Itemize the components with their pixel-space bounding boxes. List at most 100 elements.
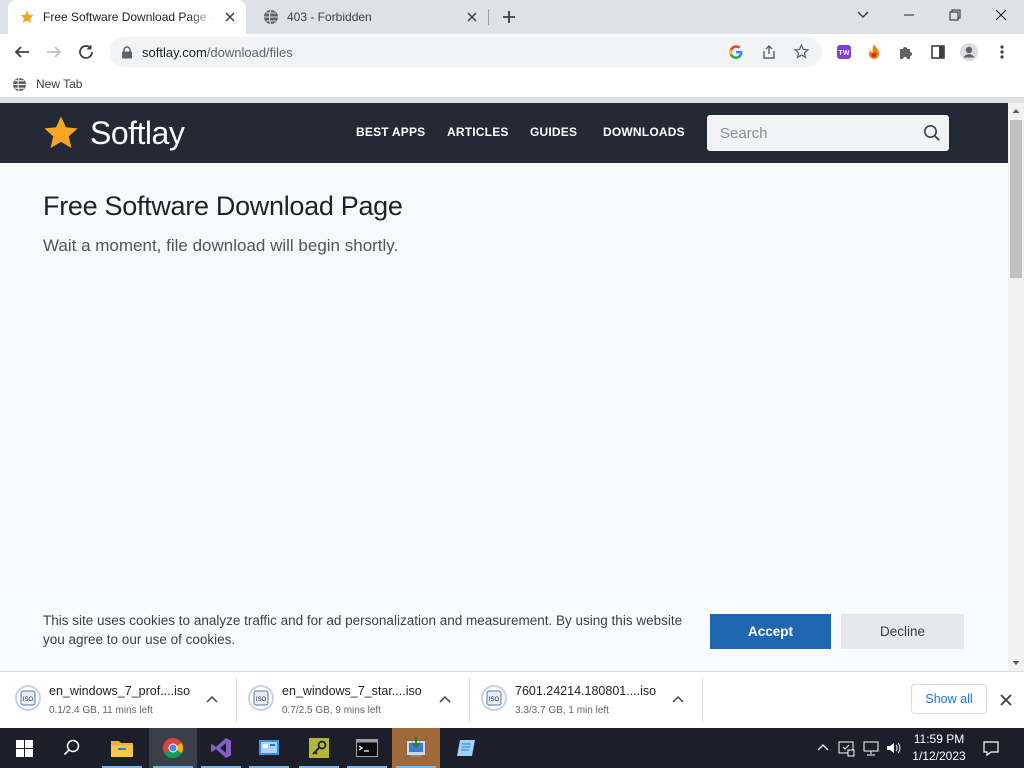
minimize-button[interactable] [886, 0, 932, 30]
decline-button[interactable]: Decline [841, 614, 964, 649]
search-icon [63, 739, 80, 756]
forward-icon[interactable] [42, 40, 66, 64]
close-window-button[interactable] [978, 0, 1024, 30]
security-icon[interactable] [837, 739, 855, 757]
globe-icon [12, 77, 27, 91]
svg-text:ISO: ISO [489, 697, 500, 703]
downloads-shelf: ISO en_windows_7_prof....iso 0.1/2.4 GB,… [0, 671, 1024, 728]
download-item[interactable]: ISO en_windows_7_star....iso 0.7/2.5 GB,… [233, 672, 469, 728]
svg-text:ISO: ISO [256, 697, 267, 703]
search-input[interactable] [707, 115, 917, 151]
control-panel-icon [259, 740, 279, 755]
chevron-up-icon[interactable] [437, 692, 453, 708]
network-icon[interactable] [862, 739, 880, 757]
site-logo[interactable]: Softlay [42, 113, 185, 153]
nav-downloads[interactable]: DOWNLOADS [603, 125, 685, 139]
taskbar-command-prompt[interactable] [343, 728, 391, 768]
back-icon[interactable] [10, 40, 34, 64]
page-viewport: Softlay BEST APPS ARTICLES GUIDES DOWNLO… [0, 103, 1008, 671]
scroll-up-arrow-icon[interactable] [1008, 103, 1024, 119]
folder-icon [111, 741, 133, 757]
extension-tw-icon[interactable]: TW [832, 40, 856, 64]
page-scrollbar[interactable] [1008, 103, 1024, 671]
url-path: /download/files [206, 45, 293, 60]
chrome-icon [163, 738, 184, 759]
profile-avatar-icon[interactable] [957, 40, 981, 64]
google-translate-icon[interactable] [728, 44, 744, 60]
taskbar-file-explorer[interactable] [98, 728, 146, 768]
star-favicon-icon [20, 10, 34, 23]
search-button[interactable] [48, 728, 96, 768]
taskbar-key-tool[interactable] [295, 728, 343, 768]
download-filename: en_windows_7_star....iso [282, 684, 422, 698]
bookmarks-bar: New Tab [0, 70, 1024, 98]
divider [702, 678, 703, 722]
restore-button[interactable] [932, 0, 978, 30]
notifications-icon[interactable] [982, 739, 1000, 757]
extensions-puzzle-icon[interactable] [894, 40, 918, 64]
extension-fire-icon[interactable] [862, 40, 886, 64]
tab-softlay[interactable]: Free Software Download Page - Softlay [8, 0, 246, 34]
site-header: Softlay BEST APPS ARTICLES GUIDES DOWNLO… [0, 103, 1008, 163]
key-icon [309, 738, 329, 758]
download-filename: 7601.24214.180801....iso [515, 684, 657, 698]
close-icon[interactable] [997, 691, 1015, 709]
windows-taskbar: 11:59 PM 1/12/2023 [0, 728, 1024, 768]
new-tab-icon[interactable] [499, 7, 519, 27]
site-search [707, 115, 949, 151]
accept-button[interactable]: Accept [710, 614, 831, 649]
terminal-icon [356, 739, 378, 757]
svg-text:ISO: ISO [23, 697, 34, 703]
visual-studio-icon [211, 738, 231, 758]
taskbar-control-panel[interactable] [245, 728, 293, 768]
bookmark-new-tab[interactable]: New Tab [12, 75, 82, 93]
tab-search-icon[interactable] [840, 0, 886, 30]
reload-icon[interactable] [74, 40, 98, 64]
clock-date: 1/12/2023 [912, 749, 966, 763]
globe-icon [264, 9, 278, 25]
nav-best-apps[interactable]: BEST APPS [356, 125, 425, 139]
browser-toolbar: softlay.com/download/files TW [0, 34, 1024, 70]
taskbar-chrome[interactable] [149, 728, 197, 768]
bookmark-label: New Tab [36, 77, 83, 91]
menu-kebab-icon[interactable] [990, 40, 1014, 64]
scroll-down-arrow-icon[interactable] [1008, 655, 1024, 671]
system-clock[interactable]: 11:59 PM 1/12/2023 [908, 731, 970, 765]
clock-time: 11:59 PM [913, 732, 965, 746]
url-text[interactable]: softlay.com/download/files [142, 45, 293, 60]
scrollbar-thumb[interactable] [1010, 120, 1022, 278]
windows-logo-icon [15, 739, 33, 757]
cookie-banner: This site uses cookies to analyze traffi… [0, 593, 1008, 671]
show-all-button[interactable]: Show all [911, 684, 987, 714]
chevron-up-icon[interactable] [814, 739, 832, 757]
download-status: 3.3/3.7 GB, 1 min left [515, 705, 609, 716]
download-item[interactable]: ISO en_windows_7_prof....iso 0.1/2.4 GB,… [0, 672, 236, 728]
bookmark-star-icon[interactable] [793, 43, 810, 60]
svg-text:TW: TW [839, 50, 850, 57]
address-bar[interactable]: softlay.com/download/files [110, 37, 822, 67]
side-panel-icon[interactable] [926, 40, 950, 64]
nav-guides[interactable]: GUIDES [530, 125, 577, 139]
start-button[interactable] [0, 728, 48, 768]
tab-title: Free Software Download Page - Softlay [43, 10, 214, 24]
tab-title: 403 - Forbidden [287, 10, 372, 24]
tab-forbidden[interactable]: 403 - Forbidden [252, 0, 488, 34]
taskbar-notepad[interactable] [442, 728, 490, 768]
taskbar-setup-app[interactable] [392, 728, 440, 768]
volume-icon[interactable] [885, 739, 903, 757]
nav-articles[interactable]: ARTICLES [447, 125, 509, 139]
close-tab-icon[interactable] [222, 9, 238, 25]
search-icon[interactable] [923, 124, 941, 142]
page-subtitle: Wait a moment, file download will begin … [43, 236, 399, 255]
close-tab-icon[interactable] [464, 9, 480, 25]
taskbar-visual-studio[interactable] [197, 728, 245, 768]
chevron-up-icon[interactable] [204, 692, 220, 708]
download-item[interactable]: ISO 7601.24214.180801....iso 3.3/3.7 GB,… [466, 672, 702, 728]
installer-icon [407, 737, 425, 757]
disc-image-file-icon: ISO [248, 685, 274, 711]
chevron-up-icon[interactable] [670, 692, 686, 708]
share-icon[interactable] [761, 44, 777, 60]
notepad-icon [457, 740, 475, 756]
lock-icon[interactable] [121, 46, 133, 59]
star-logo-icon [44, 116, 78, 149]
